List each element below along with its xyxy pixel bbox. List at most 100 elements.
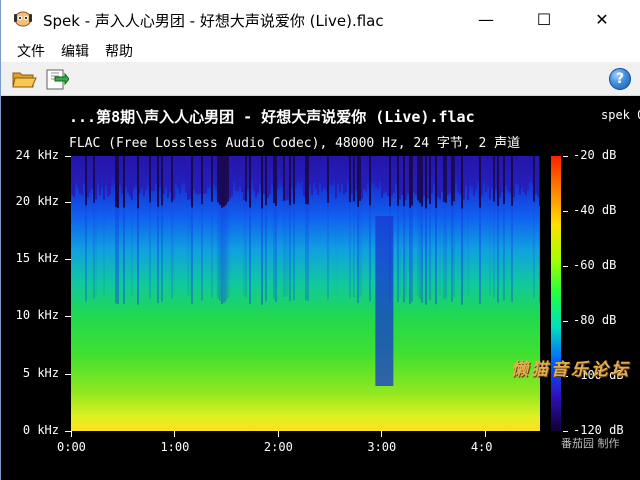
spectrum-streak: [201, 204, 203, 301]
spectrum-column: [219, 156, 221, 205]
spectrum-column: [487, 156, 489, 187]
spectrum-column: [265, 156, 267, 206]
spectrum-column: [437, 156, 439, 197]
partial-overlay-text: 番茄园 制作: [561, 437, 620, 450]
spectrum-streak: [149, 202, 151, 299]
spectrum-column: [385, 156, 387, 192]
time-tick: [277, 431, 279, 437]
spectrum-column: [381, 156, 383, 198]
spectrum-column: [475, 156, 477, 190]
spectrum-streak: [429, 204, 431, 301]
spectrum-column: [141, 156, 143, 188]
spectrum-column: [521, 156, 523, 189]
title-bar[interactable]: Spek - 声入人心男团 - 好想大声说爱你 (Live).flac — ☐ …: [1, 0, 640, 38]
spectrum-streak: [497, 206, 499, 303]
spectrum-streak: [503, 204, 505, 301]
spectrum-column: [179, 156, 181, 194]
spectrum-column: [325, 156, 327, 190]
spectrum-column: [309, 156, 311, 186]
spectrum-column: [217, 156, 219, 203]
time-tick: [71, 431, 72, 437]
spectrum-streak: [103, 199, 105, 296]
spectrum-column: [507, 156, 509, 191]
spectrum-streak: [93, 202, 95, 299]
spectrum-column: [293, 156, 295, 205]
help-button[interactable]: ?: [609, 68, 631, 90]
spectrum-column: [527, 156, 529, 191]
menu-edit[interactable]: 编辑: [61, 41, 89, 61]
spectrum-streak: [85, 205, 87, 302]
spectrum-streak: [123, 207, 125, 304]
folder-open-icon[interactable]: [11, 67, 37, 91]
spectrum-column: [355, 156, 357, 191]
spectrogram-image: [71, 156, 540, 431]
spectrum-column: [169, 156, 171, 193]
spectrum-column: [461, 156, 463, 209]
spectrum-column: [281, 156, 283, 186]
spectrum-column: [211, 156, 213, 202]
spectrum-column: [195, 156, 197, 194]
spectrum-column: [185, 156, 187, 193]
spectrum-column: [333, 156, 335, 182]
spectrum-column: [311, 156, 313, 195]
menu-file[interactable]: 文件: [17, 41, 45, 61]
spectrum-column: [503, 156, 505, 205]
spectrum-column: [509, 156, 511, 193]
window-title: Spek - 声入人心男团 - 好想大声说爱你 (Live).flac: [43, 12, 384, 30]
spectrum-streak: [171, 202, 173, 299]
spectrum-column: [275, 156, 277, 206]
spectrum-column: [351, 156, 353, 194]
spectrum-column: [261, 156, 263, 209]
spectrum-streak: [399, 199, 401, 296]
menu-help[interactable]: 帮助: [105, 41, 133, 61]
spectrum-column: [107, 156, 109, 197]
spectrum-streak: [261, 208, 263, 305]
spectrum-column: [199, 156, 201, 194]
spectrum-streak: [227, 201, 229, 299]
spectrum-column: [99, 156, 101, 195]
spectrum-column: [161, 156, 163, 206]
spectrum-streak: [369, 205, 371, 302]
spectrum-column: [267, 156, 269, 198]
frequency-tick-label: 20 kHz: [15, 193, 59, 208]
spectrum-column: [327, 156, 329, 203]
spectrum-streak: [289, 205, 291, 302]
spectrum-column: [203, 156, 205, 194]
maximize-button[interactable]: ☐: [521, 0, 567, 38]
spectrum-column: [413, 156, 415, 193]
spectrum-column: [375, 156, 377, 187]
decibel-tick-label: -60 dB: [573, 258, 617, 272]
spectrum-streak: [463, 199, 465, 296]
spectrum-column: [397, 156, 399, 206]
spectrum-column: [495, 156, 497, 190]
spectrum-column: [363, 156, 365, 189]
spectrum-streak: [539, 205, 540, 303]
time-tick-label: 4:0: [470, 440, 493, 454]
spectrum-column: [213, 156, 215, 185]
spectrum-column: [117, 156, 119, 208]
spectrum-column: [379, 156, 381, 183]
decibel-tick: [563, 431, 568, 432]
spectrum-column: [409, 156, 411, 208]
spectrum-streak: [357, 206, 359, 304]
spectrum-column: [477, 156, 479, 182]
minimize-button[interactable]: —: [463, 0, 509, 38]
spectrum-column: [279, 156, 281, 182]
spectrum-column: [357, 156, 359, 207]
spectrum-column: [225, 156, 227, 205]
spectrum-column: [191, 156, 193, 208]
spectrum-column: [469, 156, 471, 186]
spectrogram-plot: [71, 156, 540, 431]
spectrum-column: [87, 156, 89, 198]
spectrum-column: [489, 156, 491, 200]
save-export-icon[interactable]: [43, 67, 69, 91]
spectrum-column: [431, 156, 433, 194]
spectrum-column: [483, 156, 485, 183]
close-button[interactable]: ✕: [579, 0, 625, 38]
spectrum-streak: [403, 206, 405, 303]
spectrum-column: [523, 156, 525, 193]
spectrum-column: [339, 156, 341, 193]
spectrum-streak: [211, 201, 213, 298]
spectrum-column: [445, 156, 447, 203]
spectrum-column: [529, 156, 531, 182]
